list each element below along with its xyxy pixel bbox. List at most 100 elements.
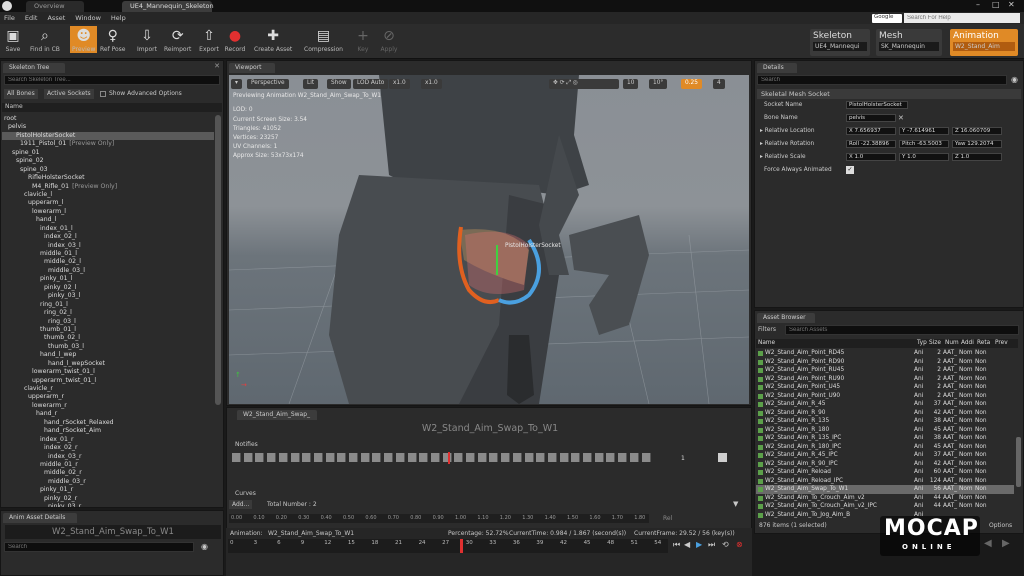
notify-key[interactable]	[290, 453, 300, 462]
back-icon[interactable]: ◀	[984, 538, 992, 549]
tree-row[interactable]: 1911_Pistol_01 [Preview Only]	[2, 140, 214, 148]
skip-end-icon[interactable]: ⏭	[708, 540, 715, 550]
notify-key[interactable]	[407, 453, 417, 462]
tree-row[interactable]: ring_01_l	[2, 301, 214, 309]
tree-row[interactable]: hand_l_wep	[2, 351, 214, 359]
notify-key[interactable]	[547, 453, 557, 462]
tree-row[interactable]: middle_03_l	[2, 267, 214, 275]
asset-row[interactable]: W2_Stand_Aim_Point_RD90 Ani 2 AAT_ Nom Non	[756, 358, 1014, 367]
close-window-icon[interactable]: ✕	[1008, 0, 1015, 9]
notify-key[interactable]	[278, 453, 288, 462]
find-in-cb-button[interactable]: ⌕ Find in CB	[30, 26, 60, 53]
save-button[interactable]: ▣ Save	[2, 26, 24, 53]
tree-row[interactable]: spine_02	[2, 157, 214, 165]
tab-overview[interactable]: Overview	[26, 1, 84, 12]
tree-row[interactable]: clavicle_r	[2, 385, 214, 393]
apply-button[interactable]: ⊘ Apply	[378, 26, 400, 53]
tree-row[interactable]: hand_r	[2, 410, 214, 418]
tree-row[interactable]: upperarm_twist_01_l	[2, 377, 214, 385]
notify-key[interactable]	[419, 453, 429, 462]
notify-key[interactable]	[302, 453, 312, 462]
tree-row[interactable]: lowerarm_l	[2, 208, 214, 216]
asset-row[interactable]: W2_Stand_Aim_R_45 Ani 37 AAT_ Nom Non	[756, 400, 1014, 409]
curve-dropdown-icon[interactable]: ▼	[733, 500, 738, 508]
tree-row[interactable]: lowerarm_r	[2, 402, 214, 410]
asset-row[interactable]: W2_Stand_Aim_R_180_IPC Ani 45 AAT_ Nom Non	[756, 443, 1014, 452]
eye-icon[interactable]: ◉	[201, 542, 208, 551]
tree-row[interactable]: PistolHolsterSocket	[2, 131, 214, 141]
tree-row[interactable]: pinky_03_l	[2, 292, 214, 300]
asset-row[interactable]: W2_Stand_Aim_R_45_IPC Ani 37 AAT_ Nom Non	[756, 451, 1014, 460]
tab-skeleton[interactable]: UE4_Mannequin_Skeleton	[122, 1, 214, 12]
tree-row[interactable]: root	[2, 115, 214, 123]
tree-row[interactable]: hand_l	[2, 216, 214, 224]
show-button[interactable]: Show	[327, 79, 351, 89]
add-curve-button[interactable]: Add...	[229, 500, 253, 509]
scale-z-field[interactable]: Z 1.0	[952, 153, 1002, 161]
notify-key[interactable]	[360, 453, 370, 462]
menu-window[interactable]: Window	[75, 14, 101, 22]
notify-key[interactable]	[512, 453, 522, 462]
tab-viewport[interactable]: Viewport	[229, 63, 275, 73]
tree-row[interactable]: RifleHolsterSocket	[2, 174, 214, 182]
notify-key[interactable]	[489, 453, 499, 462]
mode-animation-button[interactable]: Animation W2_Stand_Aim	[950, 29, 1018, 56]
key-button[interactable]: + Key	[352, 26, 374, 53]
preview-button[interactable]: ☻ Preview	[70, 26, 98, 53]
location-y-field[interactable]: Y -7.614961	[899, 127, 949, 135]
tree-row[interactable]: upperarm_l	[2, 199, 214, 207]
tab-skeleton-tree[interactable]: Skeleton Tree	[3, 63, 65, 73]
frame-scrubber[interactable]: 0 3 6 9 12 15 18 21 24 27 30 33 36 39 42 45 48 51 54	[228, 539, 668, 553]
search-provider[interactable]: Google	[872, 14, 902, 23]
menu-help[interactable]: Help	[111, 14, 126, 22]
asset-row[interactable]: W2_Stand_Aim_Point_U45 Ani 2 AAT_ Nom Non	[756, 383, 1014, 392]
menu-file[interactable]: File	[4, 14, 15, 22]
tree-row[interactable]: clavicle_l	[2, 191, 214, 199]
record-stop-icon[interactable]: ⊗	[736, 540, 743, 549]
tree-row[interactable]: hand_rSocket_Relaxed	[2, 419, 214, 427]
turntable-speed-button[interactable]: x1.0	[421, 79, 442, 89]
tree-row[interactable]: pinky_02_r	[2, 495, 214, 503]
tree-row[interactable]: index_02_r	[2, 444, 214, 452]
notify-key[interactable]	[524, 453, 534, 462]
import-button[interactable]: ⇩ Import	[136, 26, 158, 53]
notify-key[interactable]	[477, 453, 487, 462]
tree-row[interactable]: hand_rSocket_Aim	[2, 427, 214, 435]
tree-row[interactable]: pinky_02_l	[2, 284, 214, 292]
notify-key[interactable]	[267, 453, 277, 462]
asset-row[interactable]: W2_Stand_Aim_Swap_To_W1 Ani 56 AAT_ Nom Non	[756, 485, 1014, 494]
force-animated-checkbox[interactable]: ✓	[846, 166, 854, 174]
tree-row[interactable]: middle_02_l	[2, 258, 214, 266]
notify-key[interactable]	[384, 453, 394, 462]
mode-mesh-button[interactable]: Mesh SK_Mannequin	[876, 29, 942, 56]
notify-key[interactable]	[501, 453, 511, 462]
close-icon[interactable]: ✕	[214, 62, 220, 70]
record-button[interactable]: ● Record	[224, 26, 246, 53]
asset-scrollbar[interactable]	[1016, 437, 1021, 487]
notify-key[interactable]	[466, 453, 475, 462]
tree-row[interactable]: ring_03_l	[2, 318, 214, 326]
notify-key[interactable]	[583, 453, 592, 462]
asset-search-input[interactable]	[785, 325, 1019, 335]
notify-key[interactable]	[559, 453, 569, 462]
tree-scrollbar[interactable]	[215, 115, 221, 405]
scale-snap-button[interactable]: 0.25	[681, 79, 702, 89]
notify-key[interactable]	[430, 453, 440, 462]
mode-skeleton-button[interactable]: Skeleton UE4_Mannequi	[810, 29, 870, 56]
asset-row[interactable]: W2_Stand_Aim_Reload_IPC Ani 124 AAT_ Nom Non	[756, 477, 1014, 486]
notify-key[interactable]	[313, 453, 323, 462]
notify-key[interactable]	[372, 453, 382, 462]
ref-pose-button[interactable]: ♀ Ref Pose	[100, 26, 126, 53]
tree-row[interactable]: index_01_r	[2, 436, 214, 444]
section-skeletal-mesh-socket[interactable]: Skeletal Mesh Socket	[757, 89, 1021, 99]
notify-key[interactable]	[571, 453, 581, 462]
asset-row[interactable]: W2_Stand_Aim_To_Crouch_Aim_v2 Ani 44 AAT_ No…	[756, 494, 1014, 503]
asset-row[interactable]: W2_Stand_Aim_R_135_IPC Ani 38 AAT_ Nom Non	[756, 434, 1014, 443]
details-search-input[interactable]	[757, 75, 1007, 85]
play-backward-icon[interactable]: ◀	[684, 540, 690, 549]
compression-button[interactable]: ▤ Compression	[304, 26, 343, 53]
create-asset-button[interactable]: ✚ Create Asset	[254, 26, 292, 53]
grid-snap-button[interactable]: 10	[623, 79, 639, 89]
export-button[interactable]: ⇧ Export	[198, 26, 220, 53]
asset-row[interactable]: W2_Stand_Aim_R_90_IPC Ani 42 AAT_ Nom Non	[756, 460, 1014, 469]
